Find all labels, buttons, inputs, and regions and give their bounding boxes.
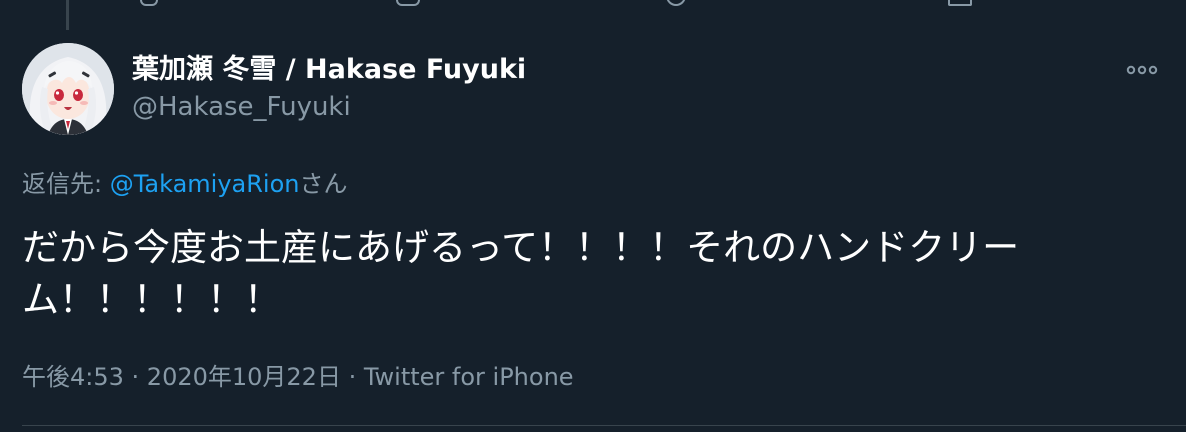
reply-context: 返信先: @TakamiyaRionさん xyxy=(22,168,348,200)
tweet-source[interactable]: Twitter for iPhone xyxy=(364,363,574,391)
tweet-meta: 午後4:53 · 2020年10月22日 · Twitter for iPhon… xyxy=(22,360,574,394)
reply-suffix: さん xyxy=(299,170,348,198)
author-handle[interactable]: @Hakase_Fuyuki xyxy=(132,90,351,124)
more-options-button[interactable] xyxy=(1122,58,1162,82)
anime-girl-avatar-image xyxy=(22,43,114,135)
more-horizontal-icon xyxy=(1126,65,1158,75)
tweet-date[interactable]: 2020年10月22日 xyxy=(147,363,341,391)
reply-mention-link[interactable]: @TakamiyaRion xyxy=(110,170,300,198)
like-icon[interactable] xyxy=(666,0,686,6)
reply-icon[interactable] xyxy=(140,0,158,6)
reply-prefix: 返信先: xyxy=(22,170,110,198)
tweet-time[interactable]: 午後4:53 xyxy=(22,363,124,391)
divider xyxy=(22,425,1186,426)
thread-connector-line xyxy=(66,0,69,30)
retweet-icon[interactable] xyxy=(396,0,420,6)
author-display-name[interactable]: 葉加瀬 冬雪 / Hakase Fuyuki xyxy=(132,52,526,88)
meta-separator-2: · xyxy=(340,363,364,391)
avatar[interactable] xyxy=(22,43,114,135)
share-icon[interactable] xyxy=(948,0,972,6)
tweet-text: だから今度お土産にあげるって！！！！それのハンドクリーム！！！！！！ xyxy=(22,226,1020,321)
meta-separator-1: · xyxy=(123,363,147,391)
